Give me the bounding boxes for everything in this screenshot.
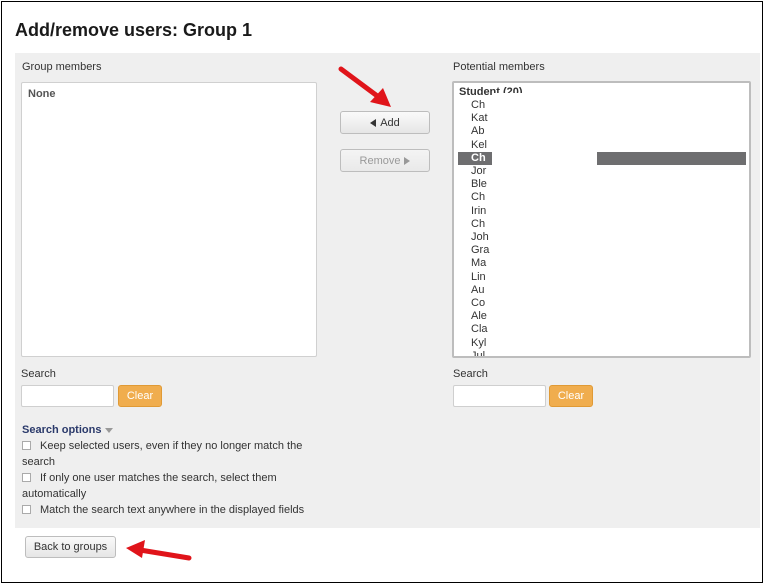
search-options-toggle[interactable]: Search options — [22, 424, 114, 436]
redacted-name-area — [494, 93, 597, 356]
potential-member-name: Lin — [471, 270, 486, 283]
selection-highlight — [596, 151, 746, 165]
match-anywhere-checkbox[interactable] — [22, 505, 31, 514]
potential-member-name: Ble — [471, 178, 487, 191]
remove-button-label: Remove — [359, 154, 401, 167]
auto-select-label-line1: If only one user matches the search, sel… — [40, 472, 277, 484]
group-members-label: Group members — [22, 61, 102, 73]
group-members-list[interactable]: None — [21, 82, 317, 357]
search-label-left: Search — [21, 368, 56, 380]
auto-select-label-line2: automatically — [22, 488, 87, 500]
potential-member-name: Kyl — [471, 336, 487, 349]
add-button[interactable]: Add — [340, 111, 430, 134]
potential-member-name: Cla — [471, 323, 488, 336]
potential-members-list[interactable]: Student (20) Ch Kat Ab Kel Ch Jor Ble Ch Irin Ch J… — [452, 81, 751, 358]
search-input-left[interactable] — [21, 385, 114, 407]
potential-member-name: Ch — [471, 191, 486, 204]
chevron-right-icon — [404, 156, 411, 165]
potential-member-name: Ale — [471, 310, 487, 323]
user-selector-panel: Group members None Add Remove Potential … — [15, 53, 760, 528]
potential-member-name: Ma — [471, 257, 487, 270]
potential-member-name: Ch — [471, 151, 486, 164]
group-members-empty: None — [28, 88, 56, 100]
match-anywhere-label: Match the search text anywhere in the di… — [40, 504, 305, 516]
back-to-groups-button[interactable]: Back to groups — [25, 536, 116, 558]
remove-button[interactable]: Remove — [340, 149, 430, 172]
search-input-right[interactable] — [453, 385, 546, 407]
search-label-right: Search — [453, 368, 488, 380]
keep-selected-label-line2: search — [22, 456, 56, 468]
potential-member-name: Joh — [471, 231, 489, 243]
add-button-label: Add — [380, 116, 400, 129]
page-title: Add/remove users: Group 1 — [15, 20, 253, 40]
search-options-title: Search options — [22, 424, 102, 436]
auto-select-checkbox[interactable] — [22, 473, 31, 482]
keep-selected-label-line1: Keep selected users, even if they no lon… — [40, 440, 303, 452]
potential-member-name: Kel — [471, 138, 487, 151]
potential-member-name: Ch — [471, 99, 486, 111]
potential-member-name: Kat — [471, 112, 488, 125]
potential-member-name: Jor — [471, 165, 487, 177]
keep-selected-checkbox[interactable] — [22, 441, 31, 450]
potential-member-name: Jul — [471, 349, 486, 358]
potential-member-name: Irin — [471, 204, 487, 217]
chevron-left-icon — [370, 118, 377, 127]
potential-members-label: Potential members — [453, 61, 545, 73]
clear-button-right[interactable]: Clear — [549, 385, 593, 407]
caret-down-icon — [105, 427, 114, 433]
potential-member-name: Au — [471, 283, 485, 296]
potential-member-name: Ch — [471, 217, 486, 230]
potential-member-name: Ab — [471, 125, 485, 138]
potential-member-name: Gra — [471, 244, 490, 257]
potential-member-name: Co — [471, 297, 486, 309]
clear-button-left[interactable]: Clear — [118, 385, 162, 407]
